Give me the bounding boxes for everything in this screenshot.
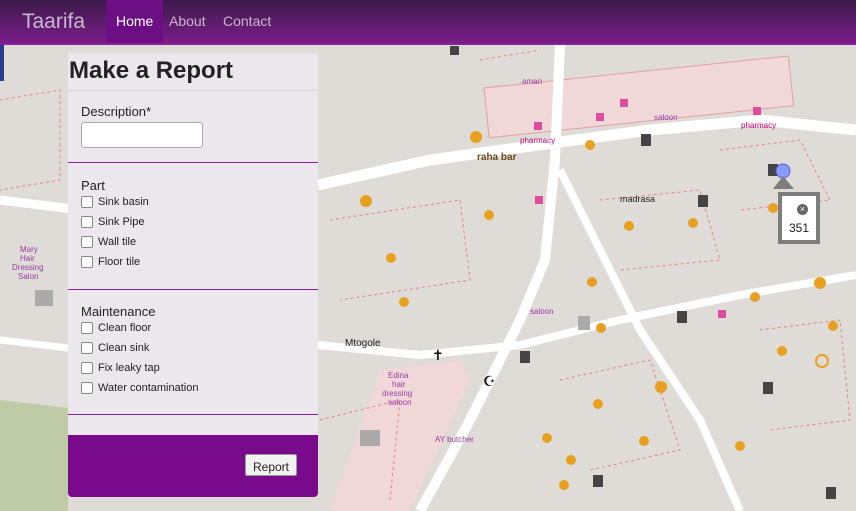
svg-text:raha bar: raha bar xyxy=(477,152,517,163)
divider xyxy=(68,414,318,415)
nav-home[interactable]: Home xyxy=(106,0,164,43)
svg-text:aman: aman xyxy=(522,77,542,86)
divider xyxy=(68,90,318,91)
form-footer: Report xyxy=(68,435,318,497)
checkbox-label: Fix leaky tap xyxy=(98,362,160,374)
svg-text:☪: ☪ xyxy=(483,373,496,389)
svg-text:saloon: saloon xyxy=(530,307,554,316)
maintenance-option-fix-leaky-tap[interactable]: Fix leaky tap xyxy=(81,362,160,374)
svg-text:Hair: Hair xyxy=(20,254,35,263)
checkbox[interactable] xyxy=(81,322,93,334)
maintenance-option-water-contamination[interactable]: Water contamination xyxy=(81,382,198,394)
svg-text:Salon: Salon xyxy=(18,272,38,281)
svg-text:pharmacy: pharmacy xyxy=(520,136,555,145)
svg-text:madrasa: madrasa xyxy=(620,194,655,204)
part-option-wall-tile[interactable]: Wall tile xyxy=(81,236,136,248)
svg-text:dressing: dressing xyxy=(382,389,412,398)
part-option-floor-tile[interactable]: Floor tile xyxy=(81,256,140,268)
svg-text:AY butcher: AY butcher xyxy=(435,435,474,444)
description-input[interactable] xyxy=(81,122,203,148)
report-button[interactable]: Report xyxy=(245,454,297,476)
checkbox-label: Water contamination xyxy=(98,382,199,394)
divider xyxy=(68,289,318,290)
checkbox[interactable] xyxy=(81,362,93,374)
part-option-sink-basin[interactable]: Sink basin xyxy=(81,196,149,208)
checkbox-label: Clean sink xyxy=(98,342,150,354)
svg-text:pharmacy: pharmacy xyxy=(741,121,776,130)
top-navbar: Taarifa Home About Contact xyxy=(0,0,856,45)
svg-text:Mtogole: Mtogole xyxy=(345,338,381,349)
checkbox-label: Floor tile xyxy=(98,256,141,268)
part-option-sink-pipe[interactable]: Sink Pipe xyxy=(81,216,144,228)
svg-text:hair: hair xyxy=(392,380,406,389)
checkbox-label: Wall tile xyxy=(98,236,137,248)
maintenance-option-clean-sink[interactable]: Clean sink xyxy=(81,342,149,354)
report-title: Make a Report xyxy=(69,57,234,84)
svg-text:saloon: saloon xyxy=(654,113,678,122)
close-icon[interactable]: × xyxy=(797,204,808,215)
map-control-edge[interactable] xyxy=(0,43,4,81)
checkbox[interactable] xyxy=(81,236,93,248)
brand-logo[interactable]: Taarifa xyxy=(22,10,85,34)
checkbox[interactable] xyxy=(81,196,93,208)
popup-count: 351 xyxy=(788,221,810,235)
checkbox[interactable] xyxy=(81,342,93,354)
svg-text:saloon: saloon xyxy=(388,398,412,407)
checkbox[interactable] xyxy=(81,382,93,394)
checkbox-label: Sink Pipe xyxy=(98,216,145,228)
maintenance-option-clean-floor[interactable]: Clean floor xyxy=(81,322,151,334)
svg-text:Edina: Edina xyxy=(388,371,409,380)
report-panel: Make a Report Description* Part Sink bas… xyxy=(68,53,318,497)
divider xyxy=(68,162,318,163)
svg-text:Dressing: Dressing xyxy=(12,263,44,272)
cluster-popup[interactable]: × 351 xyxy=(778,192,820,244)
nav-contact[interactable]: Contact xyxy=(223,0,271,43)
checkbox-label: Clean floor xyxy=(98,322,152,334)
maintenance-label: Maintenance xyxy=(81,304,156,319)
checkbox[interactable] xyxy=(81,256,93,268)
checkbox[interactable] xyxy=(81,216,93,228)
nav-about[interactable]: About xyxy=(169,0,206,43)
svg-text:Mary: Mary xyxy=(20,245,38,254)
description-label: Description* xyxy=(81,104,152,119)
part-label: Part xyxy=(81,178,105,193)
svg-text:✝: ✝ xyxy=(432,347,444,363)
checkbox-label: Sink basin xyxy=(98,196,149,208)
